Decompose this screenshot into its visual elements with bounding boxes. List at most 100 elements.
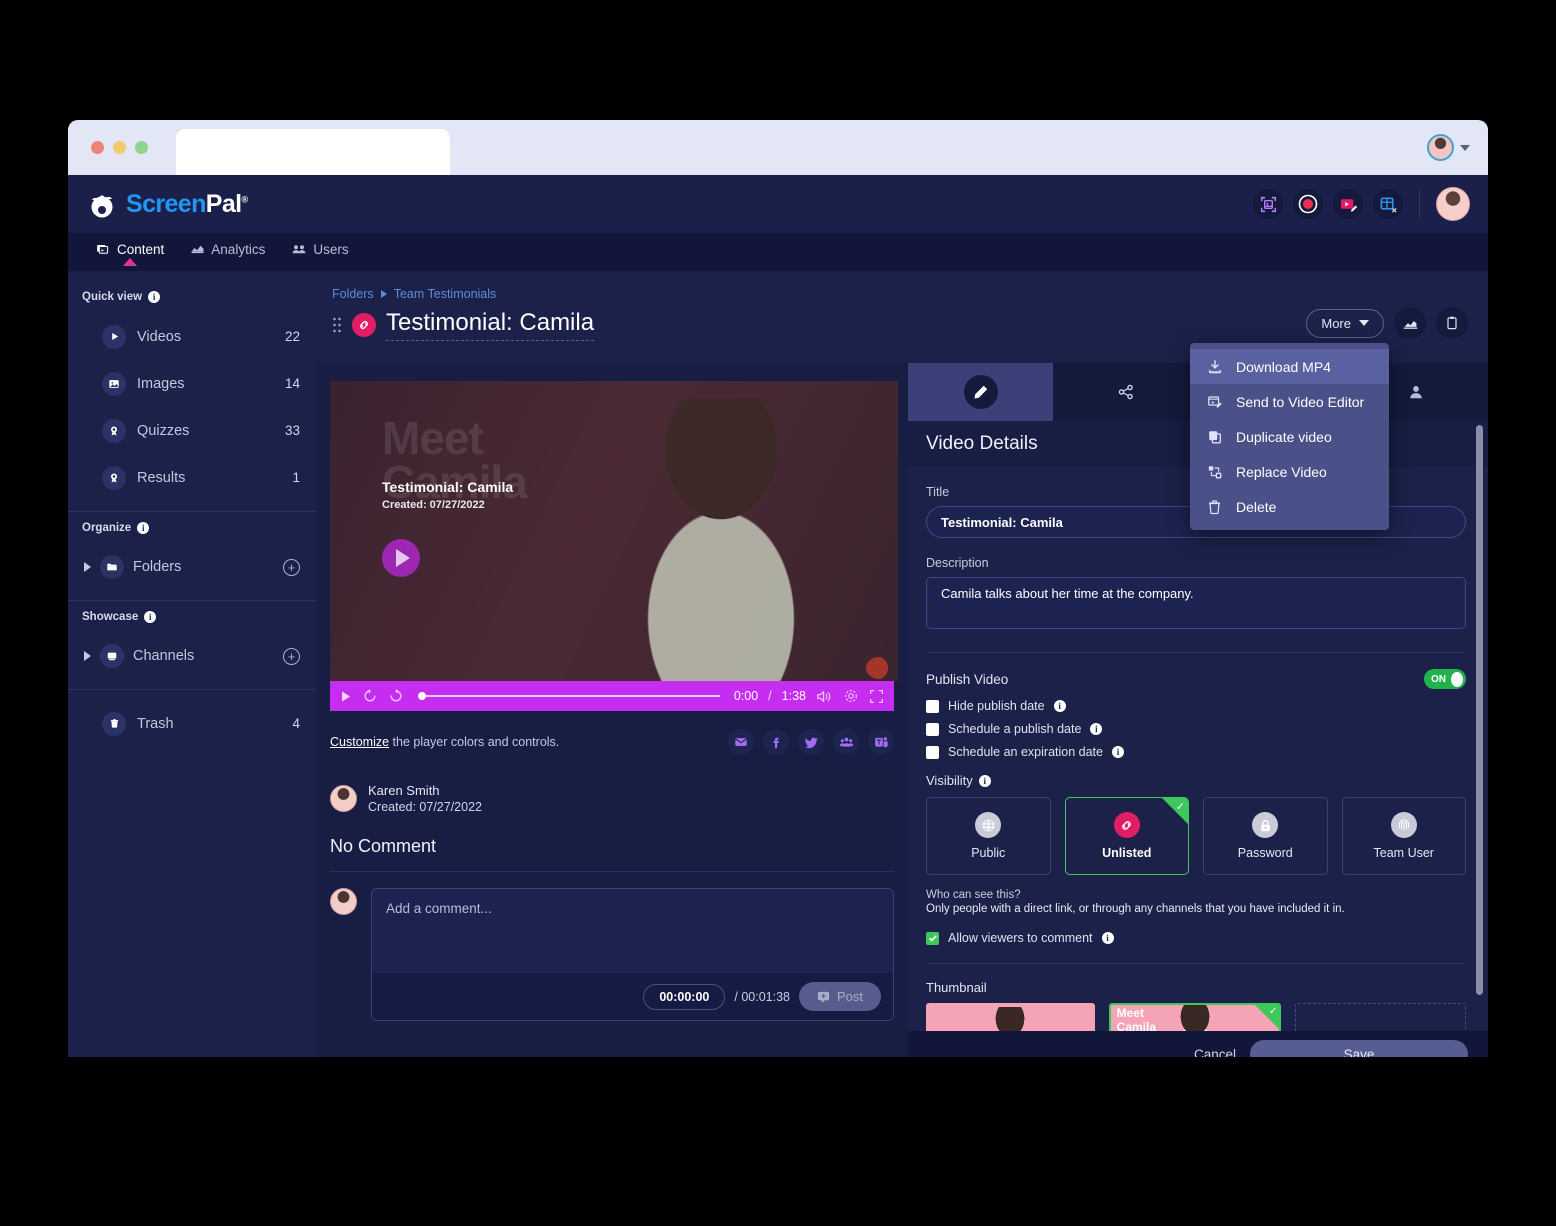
poster-overlay-title: Testimonial: Camila [382, 479, 514, 495]
comment-timestamp[interactable]: 00:00:00 [643, 983, 726, 1010]
nav-tab-analytics[interactable]: Analytics [190, 233, 265, 257]
trash-icon [102, 711, 126, 736]
checkbox[interactable] [926, 722, 939, 736]
close-window-button[interactable] [91, 141, 104, 154]
more-button[interactable]: More [1306, 308, 1384, 338]
checkbox-allow-comments[interactable]: Allow viewers to comment i [926, 931, 1466, 945]
description-input[interactable]: Camila talks about her time at the compa… [926, 577, 1466, 629]
clipboard-icon[interactable] [1436, 307, 1468, 339]
visibility-option-password[interactable]: Password [1203, 797, 1328, 875]
grid-add-icon[interactable] [1373, 189, 1403, 219]
menu-item-delete[interactable]: Delete [1190, 489, 1389, 524]
twitter-icon[interactable] [798, 729, 824, 755]
sidebar-item-videos[interactable]: Videos 22 [68, 313, 316, 360]
tab-details[interactable] [908, 363, 1053, 421]
browser-tab[interactable] [176, 129, 450, 175]
progress-track[interactable] [426, 695, 720, 697]
play-button[interactable] [382, 539, 420, 577]
chevron-right-icon[interactable] [84, 651, 91, 661]
nav-tab-content[interactable]: Content [96, 233, 164, 266]
add-channel-button[interactable]: + [283, 647, 300, 665]
record-icon[interactable] [1293, 189, 1323, 219]
play-icon[interactable] [340, 690, 352, 703]
checkbox[interactable] [926, 931, 939, 945]
post-comment-button[interactable]: Post [798, 982, 881, 1011]
checkbox-schedule-expiration-date[interactable]: Schedule an expiration date i [926, 745, 1466, 759]
forward-10-icon[interactable] [388, 688, 404, 704]
info-icon[interactable]: i [1090, 723, 1103, 735]
menu-item-duplicate-video[interactable]: Duplicate video [1190, 419, 1389, 454]
avatar[interactable] [330, 888, 357, 915]
page-title[interactable]: Testimonial: Camila [386, 309, 595, 341]
sidebar-item-images[interactable]: Images 14 [68, 360, 316, 407]
info-icon[interactable]: i [1111, 746, 1124, 758]
menu-item-replace-video[interactable]: Replace Video [1190, 454, 1389, 489]
sidebar-item-results[interactable]: Results 1 [68, 454, 316, 501]
quick-view-label: Quick view [82, 291, 143, 303]
minimize-window-button[interactable] [113, 141, 126, 154]
nav-tab-users[interactable]: Users [291, 233, 349, 257]
customize-link[interactable]: Customize [330, 735, 389, 749]
checkbox-label: Schedule a publish date [948, 722, 1082, 736]
sidebar-item-channels[interactable]: Channels + [68, 633, 316, 679]
maximize-window-button[interactable] [135, 141, 148, 154]
info-icon[interactable]: i [148, 291, 161, 303]
tab-share[interactable] [1053, 363, 1198, 421]
video-poster[interactable]: Meet Camila Testimonial: Camila Created: … [330, 381, 898, 681]
brand-logo[interactable]: ScreenPal® [86, 188, 248, 220]
thumbnail-option-add[interactable] [1295, 1003, 1467, 1031]
menu-item-send-to-video-editor[interactable]: Send to Video Editor [1190, 384, 1389, 419]
breadcrumb-current[interactable]: Team Testimonials [394, 287, 497, 301]
drag-grip-icon[interactable] [332, 316, 342, 334]
sidebar-item-folders[interactable]: Folders + [68, 544, 316, 590]
checkbox[interactable] [926, 699, 939, 713]
checkbox-hide-publish-date[interactable]: Hide publish date i [926, 699, 1466, 713]
avatar[interactable] [1436, 187, 1470, 221]
progress-bar[interactable] [418, 692, 720, 700]
breadcrumb-root[interactable]: Folders [332, 287, 374, 301]
header-action-icons [1253, 187, 1470, 221]
add-folder-button[interactable]: + [283, 558, 300, 576]
info-icon[interactable]: i [144, 611, 157, 623]
avatar[interactable] [330, 785, 357, 812]
chevron-right-icon[interactable] [84, 562, 91, 572]
organize-label: Organize [82, 522, 132, 534]
save-button[interactable]: Save [1250, 1040, 1468, 1057]
chevron-down-icon[interactable] [1460, 144, 1470, 151]
menu-item-download-mp4[interactable]: Download MP4 [1190, 349, 1389, 384]
more-button-label: More [1321, 315, 1351, 331]
info-icon[interactable]: i [1101, 932, 1114, 944]
sidebar-divider [68, 511, 316, 512]
sidebar-item-trash[interactable]: Trash 4 [68, 700, 316, 747]
visibility-option-team-user[interactable]: Team User [1341, 797, 1466, 875]
microsoft-teams-icon[interactable] [868, 729, 894, 755]
screenshot-icon[interactable] [1253, 189, 1283, 219]
cancel-button[interactable]: Cancel [1194, 1047, 1236, 1058]
analytics-chart-icon[interactable] [1394, 307, 1426, 339]
publish-video-toggle[interactable]: ON [1424, 669, 1466, 689]
fullscreen-icon[interactable] [869, 689, 884, 704]
volume-icon[interactable] [816, 689, 833, 704]
thumbnail-option-1[interactable] [926, 1003, 1095, 1031]
sidebar-item-quizzes[interactable]: Quizzes 33 [68, 407, 316, 454]
info-icon[interactable]: i [978, 774, 991, 787]
video-editor-icon[interactable] [1333, 189, 1363, 219]
email-icon[interactable] [728, 729, 754, 755]
info-icon[interactable]: i [137, 522, 150, 534]
rewind-10-icon[interactable] [362, 688, 378, 704]
facebook-icon[interactable] [763, 729, 789, 755]
gear-icon[interactable] [843, 688, 859, 704]
browser-avatar[interactable] [1427, 134, 1454, 161]
progress-handle[interactable] [418, 692, 426, 700]
visibility-option-unlisted[interactable]: ✓ Unlisted [1064, 797, 1189, 875]
comment-input[interactable]: Add a comment... [372, 889, 893, 973]
group-icon[interactable] [833, 729, 859, 755]
checkbox-schedule-publish-date[interactable]: Schedule a publish date i [926, 722, 1466, 736]
analytics-icon [190, 242, 205, 257]
details-scrollbar[interactable] [1476, 425, 1483, 995]
duplicate-icon [1206, 428, 1223, 445]
thumbnail-option-2[interactable]: ✓ Meet Camila [1108, 1003, 1282, 1031]
visibility-option-public[interactable]: Public [926, 797, 1051, 875]
checkbox[interactable] [926, 745, 939, 759]
info-icon[interactable]: i [1053, 700, 1066, 712]
